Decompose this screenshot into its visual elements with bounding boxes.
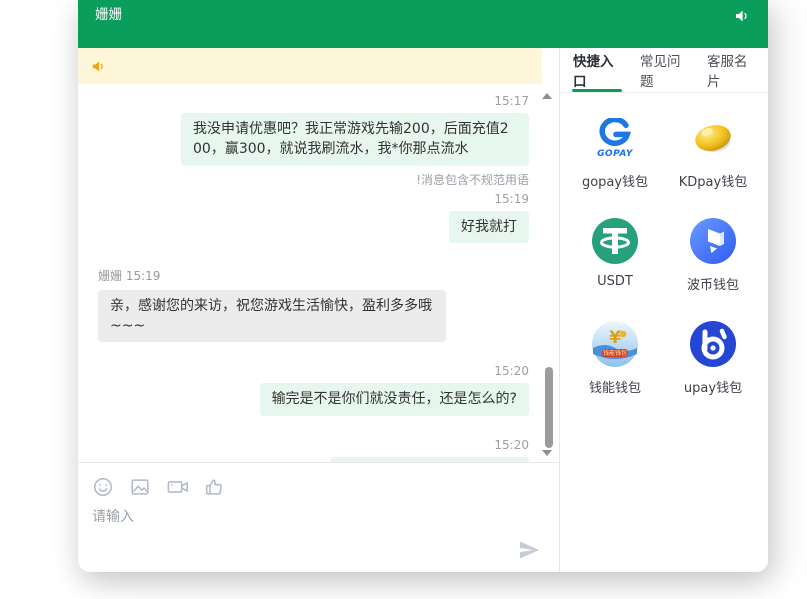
chat-window: 姗姗 15:17 我没申请优惠吧？我正常游戏先输200，后面充值200，赢300… — [78, 0, 768, 572]
composer-toolbar — [92, 476, 543, 498]
upay-logo-icon — [689, 320, 737, 368]
message-warning-label: !消息包含不规范用语 — [98, 173, 529, 188]
thumbs-up-icon[interactable] — [203, 476, 225, 498]
window-header: 姗姗 — [78, 0, 768, 48]
wallet-label: upay钱包 — [684, 377, 742, 396]
agent-message-header: 姗姗 15:19 — [98, 267, 529, 284]
message-timestamp: 15:19 — [98, 192, 529, 207]
wallet-label: 波币钱包 — [687, 274, 739, 293]
message-composer: 请输入 — [78, 462, 559, 572]
wallet-label: USDT — [597, 274, 633, 289]
message-timestamp: 15:20 — [98, 364, 529, 379]
video-call-icon[interactable] — [166, 476, 188, 498]
message-input[interactable]: 请输入 — [92, 506, 543, 552]
image-upload-icon[interactable] — [129, 476, 151, 498]
tab-quick-entry[interactable]: 快捷入口 — [572, 48, 622, 92]
wallet-label: gopay钱包 — [582, 171, 648, 190]
emoji-icon[interactable] — [92, 476, 114, 498]
wallet-item-qianneng[interactable]: ¥ 钱能钱包 钱能钱包 — [567, 320, 663, 396]
wallet-label: 钱能钱包 — [589, 377, 641, 396]
wallet-item-gopay[interactable]: GOPAY gopay钱包 — [567, 114, 663, 190]
qianneng-logo-icon: ¥ 钱能钱包 — [591, 320, 639, 368]
message-list: 15:17 我没申请优惠吧？我正常游戏先输200，后面充值200，赢300，就说… — [78, 84, 559, 462]
qianneng-ribbon-text: 钱能钱包 — [603, 349, 627, 357]
announcement-speaker-icon — [91, 59, 106, 74]
gopay-wordmark: GOPAY — [597, 149, 633, 159]
quick-panel: 快捷入口 常见问题 客服名片 GOPAY gopay钱包 — [560, 48, 768, 572]
tab-agent-card[interactable]: 客服名片 — [706, 48, 756, 92]
gold-bean-icon — [689, 114, 737, 162]
user-message-bubble: 好我就打 — [449, 211, 529, 243]
user-message-bubble: 输完是不是你们就没责任，还是怎么的? — [260, 383, 529, 415]
agent-name-title: 姗姗 — [95, 8, 122, 23]
panel-tabs: 快捷入口 常见问题 客服名片 — [560, 48, 768, 93]
scroll-down-arrow-icon[interactable] — [542, 450, 552, 456]
announcement-bar — [78, 48, 542, 84]
bobi-logo-icon — [689, 217, 737, 265]
wallet-item-bobi[interactable]: 波币钱包 — [665, 217, 761, 293]
svg-text:¥: ¥ — [609, 328, 621, 348]
scroll-up-arrow-icon[interactable] — [542, 93, 552, 99]
send-button-icon[interactable] — [517, 538, 541, 562]
wallet-grid: GOPAY gopay钱包 — [560, 93, 768, 396]
wallet-item-kdpay[interactable]: KDpay钱包 — [665, 114, 761, 190]
wallet-label: KDpay钱包 — [679, 171, 747, 190]
tab-faq[interactable]: 常见问题 — [639, 48, 689, 92]
wallet-item-upay[interactable]: upay钱包 — [665, 320, 761, 396]
user-message-bubble: 我没申请优惠吧？我正常游戏先输200，后面充值200，赢300，就说我刷流水，我… — [181, 113, 529, 166]
chat-column: 15:17 我没申请优惠吧？我正常游戏先输200，后面充值200，赢300，就说… — [78, 48, 560, 572]
sound-toggle-icon[interactable] — [734, 8, 750, 24]
message-timestamp: 15:17 — [98, 94, 529, 109]
agent-message-bubble: 亲，感谢您的来访，祝您游戏生活愉快，盈利多多哦~~~ — [98, 290, 446, 343]
wallet-item-usdt[interactable]: USDT — [567, 217, 663, 293]
message-timestamp: 15:20 — [98, 438, 529, 453]
scrollbar-thumb[interactable] — [545, 367, 553, 448]
tether-logo-icon — [591, 217, 639, 265]
gopay-logo-icon: GOPAY — [591, 114, 639, 162]
